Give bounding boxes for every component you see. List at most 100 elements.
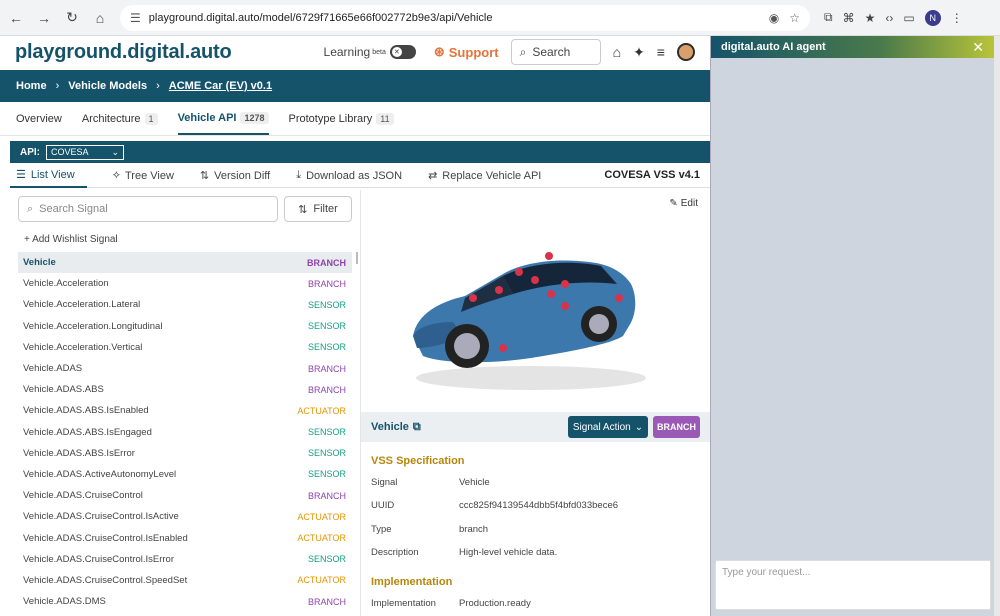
hamburger-menu-icon[interactable]: ≡ — [657, 44, 665, 60]
signal-row[interactable]: Vehicle.ADAS.CruiseControl.IsError SENSOR — [18, 549, 352, 570]
extensions-icon[interactable]: ⧉ — [824, 10, 833, 25]
signal-row[interactable]: Vehicle.ADAS.CruiseControl BRANCH — [18, 485, 352, 506]
ai-agent-header: digital.auto AI agent ✕ — [711, 36, 994, 58]
signal-type: SENSOR — [307, 299, 346, 310]
signal-row[interactable]: Vehicle.ADAS.ABS BRANCH — [18, 379, 352, 400]
sidebar-icon[interactable]: ▭ — [903, 11, 914, 25]
site-info-icon[interactable]: ☰ — [130, 11, 141, 25]
edit-label: Edit — [680, 198, 698, 209]
search-signal-input[interactable]: ⌕ Search Signal — [18, 196, 278, 222]
forward-icon[interactable]: → — [32, 6, 56, 30]
breadcrumb-home[interactable]: Home — [16, 80, 47, 92]
code-icon[interactable]: ‹› — [885, 11, 893, 25]
filter-button[interactable]: ⇅ Filter — [284, 196, 352, 222]
pin-icon — [545, 252, 553, 260]
signal-row[interactable]: Vehicle.ADAS.ABS.IsEngaged SENSOR — [18, 422, 352, 443]
edit-button[interactable]: ✎ Edit — [669, 198, 698, 209]
chevron-down-icon: ⌄ — [634, 421, 644, 433]
signal-row[interactable]: Vehicle.ADAS BRANCH — [18, 358, 352, 379]
profile-avatar[interactable]: N — [924, 9, 941, 26]
scrollbar-thumb[interactable] — [356, 252, 358, 264]
signal-row[interactable]: Vehicle BRANCH — [18, 252, 352, 274]
url-text[interactable]: playground.digital.auto/model/6729f71665… — [149, 12, 759, 24]
garage-icon[interactable]: ⌂ — [613, 44, 621, 60]
address-bar[interactable]: ☰ playground.digital.auto/model/6729f716… — [120, 4, 810, 31]
copy-icon[interactable]: ⧉ — [413, 421, 421, 434]
signal-row[interactable]: Vehicle.Acceleration.Longitudinal SENSOR — [18, 316, 352, 337]
signal-action-button[interactable]: Signal Action ⌄ — [568, 416, 648, 438]
pin-icon — [499, 344, 507, 352]
signal-name: Vehicle.ADAS.CruiseControl.SpeedSet — [23, 574, 188, 586]
signal-type: ACTUATOR — [297, 575, 346, 586]
bookmark-star-icon[interactable]: ☆ — [789, 11, 800, 25]
signal-row[interactable]: Vehicle.ADAS.CruiseControl.IsActive ACTUA… — [18, 506, 352, 527]
bug-icon[interactable]: ⌘ — [843, 11, 855, 25]
signal-list: Vehicle BRANCH Vehicle.Acceleration BRANCH V… — [18, 252, 352, 612]
support-button[interactable]: ⊛ Support — [434, 44, 499, 60]
back-icon[interactable]: ← — [4, 6, 28, 30]
signal-name: Vehicle.ADAS.ActiveAutonomyLevel — [23, 468, 177, 480]
search-label: Search — [532, 45, 571, 59]
add-wishlist-signal-button[interactable]: + Add Wishlist Signal — [24, 234, 118, 245]
bookmarks-icon[interactable]: ★ — [865, 11, 876, 25]
ai-agent-title: digital.auto AI agent — [721, 41, 826, 53]
signal-type-badge: BRANCH — [653, 416, 700, 438]
api-select[interactable]: COVESA ⌄ — [46, 144, 124, 160]
signal-name: Vehicle.ADAS.CruiseControl.IsEnabled — [23, 532, 188, 544]
close-icon[interactable]: ✕ — [972, 39, 984, 56]
signal-name: Vehicle.ADAS.ABS.IsEngaged — [23, 426, 152, 438]
breadcrumb-current-model[interactable]: ACME Car (EV) v0.1 — [169, 80, 272, 92]
detail-name-text: Vehicle — [371, 421, 409, 433]
tab-vehicle-api[interactable]: Vehicle API 1278 — [177, 103, 269, 135]
signal-row[interactable]: Vehicle.ADAS.ABS.IsError SENSOR — [18, 443, 352, 464]
signal-name: Vehicle.Acceleration.Vertical — [23, 341, 143, 353]
home-icon[interactable]: ⌂ — [88, 6, 112, 30]
signal-name: Vehicle.ADAS.DMS — [23, 596, 106, 608]
signal-type: SENSOR — [307, 427, 346, 438]
signal-name: Vehicle.ADAS.ABS — [23, 384, 104, 396]
api-selected-value: COVESA — [51, 147, 89, 157]
download-icon: ⤓ — [296, 169, 302, 181]
signal-row[interactable]: Vehicle.ADAS.CruiseControl.SpeedSet ACTUA… — [18, 570, 352, 591]
signal-row[interactable]: Vehicle.ADAS.CruiseControl.IsEnabled ACTU… — [18, 527, 352, 548]
signal-row[interactable]: Vehicle.ADAS.ActiveAutonomyLevel SENSOR — [18, 464, 352, 485]
learning-toggle[interactable]: ✕ — [389, 45, 416, 59]
breadcrumb-vehicle-models[interactable]: Vehicle Models — [68, 80, 147, 92]
eye-icon[interactable]: ◉ — [769, 11, 779, 25]
signal-row[interactable]: Vehicle.Acceleration.Lateral SENSOR — [18, 294, 352, 315]
menu-icon[interactable]: ⋮ — [951, 11, 963, 25]
replace-api-button[interactable]: ⇄ Replace Vehicle API — [428, 164, 541, 188]
reload-icon[interactable]: ↻ — [60, 6, 84, 30]
signal-row[interactable]: Vehicle.ADAS.ABS.IsEnabled ACTUATOR — [18, 400, 352, 421]
spec-key: Description — [371, 546, 419, 558]
toggle-off-icon: ✕ — [391, 47, 402, 57]
rear-rim — [589, 314, 609, 334]
search-button[interactable]: ⌕ Search — [510, 39, 601, 65]
download-json-button[interactable]: ⤓ Download as JSON — [296, 164, 402, 188]
search-icon: ⌕ — [27, 202, 34, 215]
signal-name: Vehicle.ADAS.ABS.IsError — [23, 447, 135, 459]
sparkle-icon[interactable]: ✦ — [633, 44, 645, 61]
signal-type: SENSOR — [307, 469, 346, 480]
user-avatar[interactable] — [676, 43, 695, 61]
edit-icon: ✎ — [669, 198, 678, 209]
signal-row[interactable]: Vehicle.ADAS.DMS BRANCH — [18, 591, 352, 612]
signal-row[interactable]: Vehicle.Acceleration BRANCH — [18, 273, 352, 294]
list-view-button[interactable]: ☰ List View — [10, 164, 87, 188]
implementation-title: Implementation — [371, 576, 453, 588]
tab-prototype-library[interactable]: Prototype Library 11 — [289, 103, 394, 135]
signal-type: SENSOR — [307, 342, 346, 353]
list-icon: ☰ — [16, 169, 26, 181]
signal-type: ACTUATOR — [297, 405, 346, 416]
spec-row: Type branch — [371, 519, 701, 539]
spec-row: UUID ccc825f94139544dbb5f4bfd033bece6 — [371, 495, 701, 515]
tab-architecture[interactable]: Architecture 1 — [82, 103, 158, 135]
tab-label: Prototype Library — [288, 113, 373, 125]
signal-row[interactable]: Vehicle.Acceleration.Vertical SENSOR — [18, 337, 352, 358]
tree-view-button[interactable]: ⟡ Tree View — [113, 164, 174, 188]
app-logo[interactable]: playground.digital.auto — [15, 41, 232, 64]
tab-overview[interactable]: Overview — [16, 103, 62, 135]
ai-request-input[interactable]: Type your request... — [715, 560, 991, 610]
pin-icon — [495, 286, 503, 294]
version-diff-button[interactable]: ⇅ Version Diff — [200, 164, 270, 188]
